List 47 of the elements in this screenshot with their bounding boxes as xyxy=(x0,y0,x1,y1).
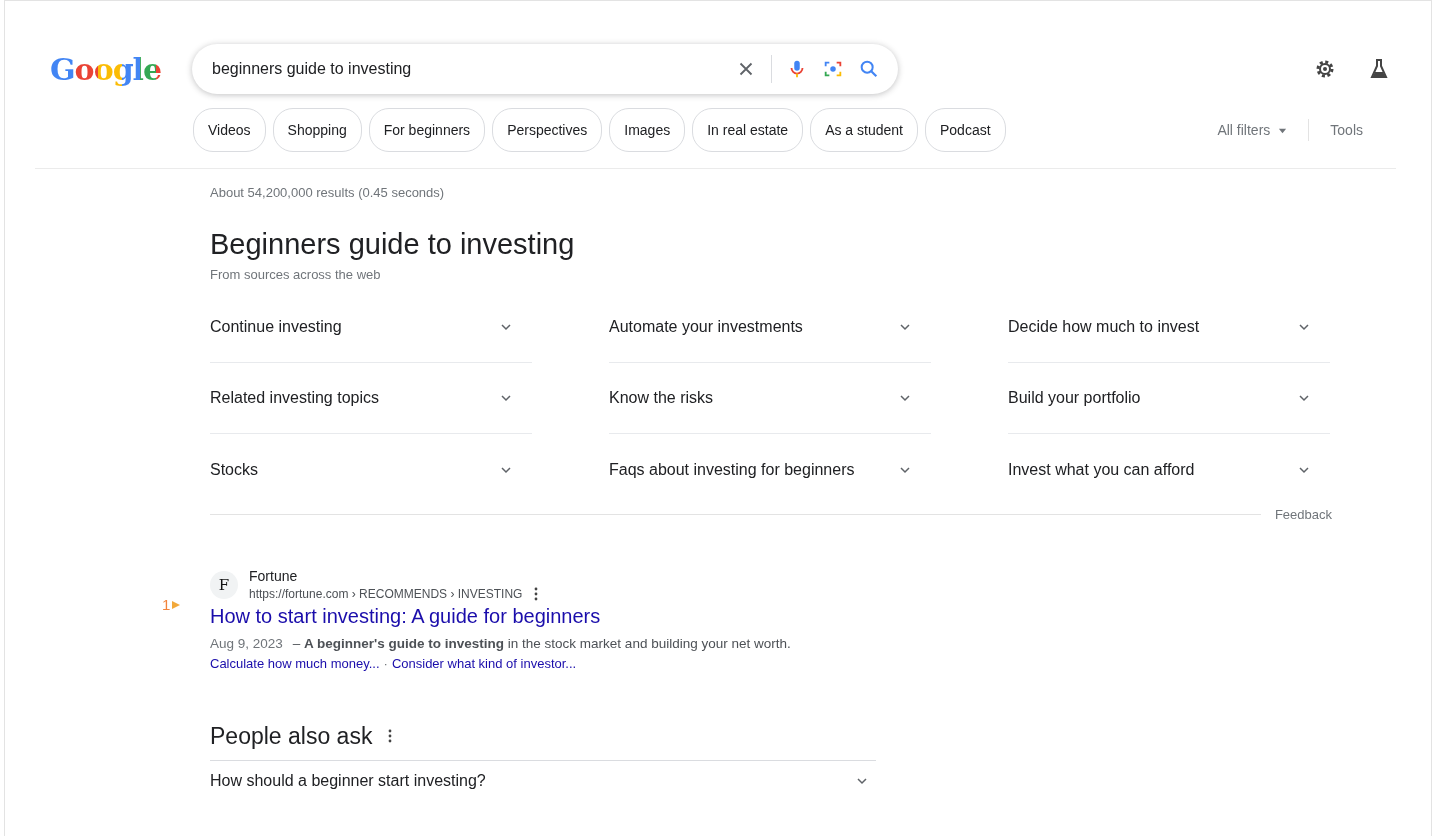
guide-title: Beginners guide to investing xyxy=(210,228,576,261)
filter-chip[interactable]: Shopping xyxy=(272,108,362,152)
topic-item[interactable]: Faqs about investing for beginners xyxy=(609,434,931,505)
site-url: https://fortune.com › RECOMMENDS › INVESTING xyxy=(249,587,523,601)
topic-item[interactable]: Know the risks xyxy=(609,363,931,434)
result-title-link[interactable]: How to start investing: A guide for beginners xyxy=(210,605,601,628)
more-icon[interactable] xyxy=(534,587,539,601)
filter-chip[interactable]: Videos xyxy=(193,108,266,152)
more-icon[interactable] xyxy=(388,729,393,743)
filter-chip[interactable]: Perspectives xyxy=(492,108,603,152)
section-title: People also ask xyxy=(210,722,373,750)
question-item[interactable]: How should a beginner start investing? xyxy=(210,761,876,801)
chevron-icon xyxy=(856,775,868,787)
sitelink[interactable]: Calculate how much money... xyxy=(210,656,380,671)
result-number: 1 xyxy=(162,596,171,613)
filter-chip[interactable]: For beginners xyxy=(368,108,486,152)
chevron-icon xyxy=(899,321,911,333)
filter-chip[interactable]: Images xyxy=(609,108,686,152)
filter-chip[interactable]: As a student xyxy=(810,108,918,152)
site-name: Fortune xyxy=(249,568,299,584)
sitelink[interactable]: Consider what kind of investor... xyxy=(391,656,577,671)
chevron-icon xyxy=(1298,321,1310,333)
topic-item[interactable]: Stocks xyxy=(210,434,532,505)
topic-item[interactable]: Invest what you can afford xyxy=(1008,434,1330,505)
chevron-icon xyxy=(500,321,512,333)
triangle-icon xyxy=(171,599,182,610)
filter-chip[interactable]: In real estate xyxy=(692,108,804,152)
chevron-icon xyxy=(899,392,911,404)
all-filters-button[interactable]: All filters xyxy=(1211,122,1294,138)
result-stats: About 54,200,000 results (0.45 seconds) xyxy=(210,185,446,200)
feedback-link[interactable]: Feedback xyxy=(1274,507,1332,522)
search-icon[interactable] xyxy=(858,58,880,80)
result-snippet: – A beginner's guide to investing in the stock market and building your net worth. xyxy=(292,636,791,651)
topic-item[interactable]: Automate your investments xyxy=(609,292,931,363)
site-favicon: F xyxy=(210,570,238,599)
topic-item[interactable]: Related investing topics xyxy=(210,363,532,434)
topic-item[interactable]: Decide how much to invest xyxy=(1008,292,1330,363)
guide-subtitle: From sources across the web xyxy=(210,267,382,282)
result-date: Aug 9, 2023 xyxy=(210,636,283,651)
topic-item[interactable]: Build your portfolio xyxy=(1008,363,1330,434)
search-field[interactable]: beginners guide to investing xyxy=(192,44,898,94)
chevron-icon xyxy=(500,392,512,404)
topic-item[interactable]: Continue investing xyxy=(210,292,532,363)
separator-dot: · xyxy=(383,656,388,671)
chevron-icon xyxy=(1298,392,1310,404)
tools-button[interactable]: Tools xyxy=(1324,122,1369,138)
filter-chip[interactable]: Podcast xyxy=(924,108,1006,152)
